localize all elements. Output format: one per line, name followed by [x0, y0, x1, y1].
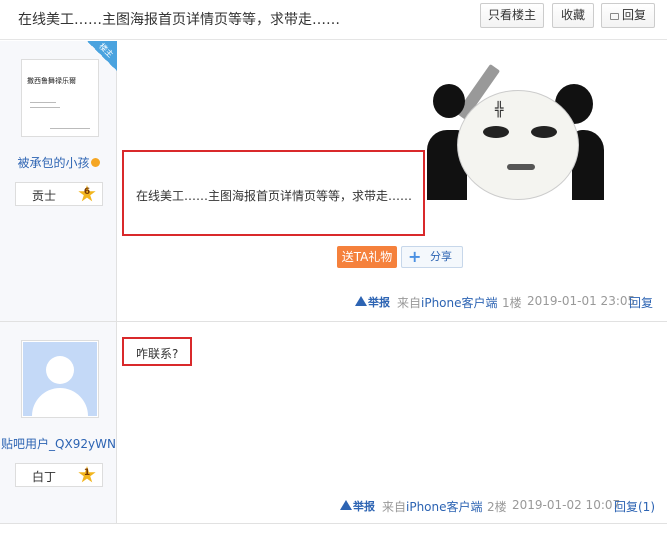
post-time: 2019-01-01 23:05	[527, 294, 636, 308]
smile-icon	[90, 158, 100, 167]
share-button[interactable]: + 分享	[401, 246, 463, 268]
post-1: 撒西鲁舞禄乐爾 楼主 被承包的小孩 贡士 6 ╬ 在线美工……主图海报首页详情页…	[0, 41, 667, 322]
floor-number: 2楼	[487, 500, 507, 514]
client-link[interactable]: iPhone客户端	[406, 498, 483, 514]
post-tail: 举报 来自 iPhone客户端 1楼 2019-01-01 23:05 回复	[0, 294, 667, 310]
report-link[interactable]: 举报	[353, 498, 375, 514]
panda-meme-image: ╬	[427, 60, 604, 200]
avatar-text: 撒西鲁舞禄乐爾	[27, 77, 76, 85]
post-content: 咋联系?	[136, 347, 179, 361]
thread-header: 在线美工……主图海报首页详情页等等，求带走…… 只看楼主 收藏 回复	[0, 0, 667, 40]
plus-icon: +	[408, 247, 422, 266]
send-gift-button[interactable]: 送TA礼物	[337, 246, 397, 268]
post-content-highlight: 在线美工……主图海报首页详情页等等，求带走……	[122, 150, 425, 236]
warning-icon	[340, 500, 352, 510]
author-panel: 贴吧用户_QX92yWN 白丁 1	[0, 322, 117, 523]
post-time: 2019-01-02 10:07	[512, 498, 621, 512]
reply-icon	[609, 13, 619, 20]
level-number: 6	[83, 187, 91, 197]
reply-button-label: 回复	[621, 8, 646, 22]
level-name: 贡士	[32, 189, 57, 203]
username[interactable]: 贴吧用户_QX92yWN	[0, 435, 117, 452]
level-badge[interactable]: 贡士 6	[15, 182, 103, 206]
warning-icon	[355, 296, 367, 306]
only-op-button[interactable]: 只看楼主	[480, 3, 544, 28]
level-badge[interactable]: 白丁 1	[15, 463, 103, 487]
report-link[interactable]: 举报	[368, 294, 390, 310]
reply-link[interactable]: 回复	[629, 294, 653, 310]
post-content: 在线美工……主图海报首页详情页等等，求带走……	[136, 189, 413, 203]
floor-number: 1楼	[502, 296, 522, 310]
level-name: 白丁	[32, 470, 57, 484]
author-panel: 撒西鲁舞禄乐爾 楼主 被承包的小孩 贡士 6	[0, 41, 117, 321]
reply-button[interactable]: 回复	[601, 3, 655, 28]
from-label: 来自	[397, 296, 422, 310]
username[interactable]: 被承包的小孩	[0, 154, 117, 171]
post-2: 贴吧用户_QX92yWN 白丁 1 咋联系? 举报 来自 iPhone客户端 2…	[0, 322, 667, 524]
level-number: 1	[83, 468, 91, 478]
thread-title: 在线美工……主图海报首页详情页等等，求带走……	[18, 12, 340, 28]
avatar[interactable]	[21, 340, 99, 418]
favorite-button[interactable]: 收藏	[552, 3, 594, 28]
client-link[interactable]: iPhone客户端	[421, 294, 498, 310]
op-badge: 楼主	[87, 41, 117, 71]
post-tail: 举报 来自 iPhone客户端 2楼 2019-01-02 10:07 回复(1…	[0, 498, 667, 514]
reply-link[interactable]: 回复(1)	[614, 498, 655, 514]
post-content-highlight: 咋联系?	[122, 337, 192, 366]
from-label: 来自	[382, 500, 407, 514]
